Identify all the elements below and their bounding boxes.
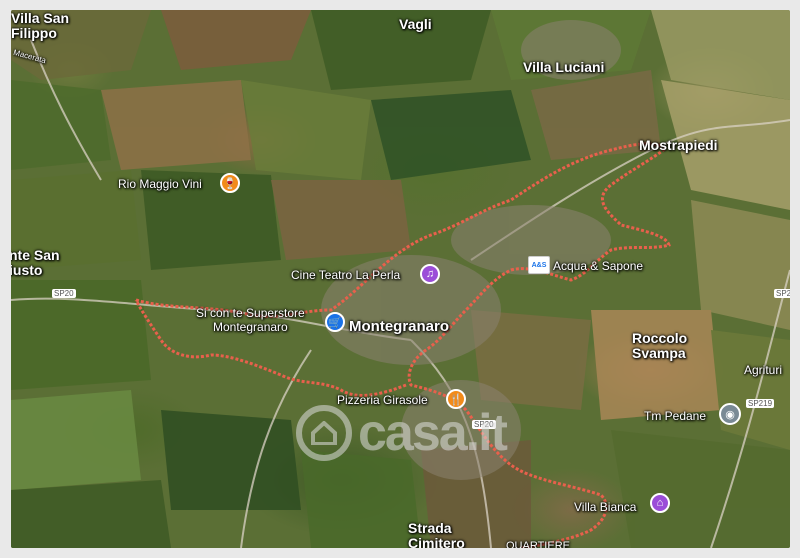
town-label-line: nte San	[11, 247, 60, 263]
map-frame: Villa San Filippo Vagli Villa Luciani Mo…	[0, 0, 800, 558]
town-label-line: iusto	[11, 262, 43, 278]
house-logo-icon	[296, 405, 352, 461]
road-shield-sp20: SP20	[52, 289, 76, 298]
road-shield-sp219: SP219	[774, 289, 790, 298]
landmark-icon[interactable]: ⌂	[650, 493, 670, 513]
town-label-montegranaro: Montegranaro	[349, 318, 450, 335]
town-label-line: Cimitero	[408, 535, 465, 549]
town-label-line: Villa San	[11, 10, 70, 26]
poi-label-villa-bianca: Villa Bianca	[574, 500, 637, 514]
poi-label-line: Si con te Superstore	[196, 306, 305, 320]
town-label-agriturismo: Agrituri	[744, 363, 783, 377]
wine-glass-icon[interactable]: 🍷	[220, 173, 240, 193]
satellite-map[interactable]: Villa San Filippo Vagli Villa Luciani Mo…	[11, 10, 790, 548]
poi-label-rio-maggio-vini: Rio Maggio Vini	[118, 177, 202, 191]
poi-label-line: Montegranaro	[213, 320, 288, 334]
town-label-vagli: Vagli	[399, 16, 432, 32]
town-label-villa-luciani: Villa Luciani	[523, 59, 605, 75]
poi-label-superstore: Si con te Superstore Montegranaro	[196, 306, 305, 334]
town-label-mostrapiedi: Mostrapiedi	[639, 137, 718, 153]
casa-it-watermark: casa.it	[296, 403, 508, 463]
poi-label-acqua-sapone: Acqua & Sapone	[553, 259, 644, 273]
town-label-line: Filippo	[11, 25, 57, 41]
location-pin-icon[interactable]: ◉	[719, 403, 741, 425]
town-label-line: Svampa	[632, 345, 686, 361]
watermark-text: casa.it	[358, 404, 508, 462]
town-label-quartiere: QUARTIERE	[506, 540, 570, 548]
poi-label-cine-teatro-la-perla: Cine Teatro La Perla	[291, 268, 401, 282]
road-shield-sp219: SP219	[746, 399, 775, 408]
town-label-roccolo-svampa: Roccolo Svampa	[632, 331, 687, 361]
town-label-monte-san-giusto: nte San iusto	[11, 248, 60, 278]
town-label-line: Roccolo	[632, 330, 688, 346]
town-label-line: Strada	[408, 520, 452, 536]
store-logo-icon[interactable]: A&S	[528, 256, 550, 274]
town-label-strada-cimitero: Strada Cimitero	[408, 520, 465, 549]
town-label-villa-san-filippo: Villa San Filippo	[11, 11, 69, 41]
theater-icon[interactable]: ♫	[420, 264, 440, 284]
poi-label-tm-pedane: Tm Pedane	[644, 409, 707, 423]
terrain-layer	[11, 10, 790, 548]
shopping-cart-icon[interactable]: 🛒	[325, 312, 345, 332]
